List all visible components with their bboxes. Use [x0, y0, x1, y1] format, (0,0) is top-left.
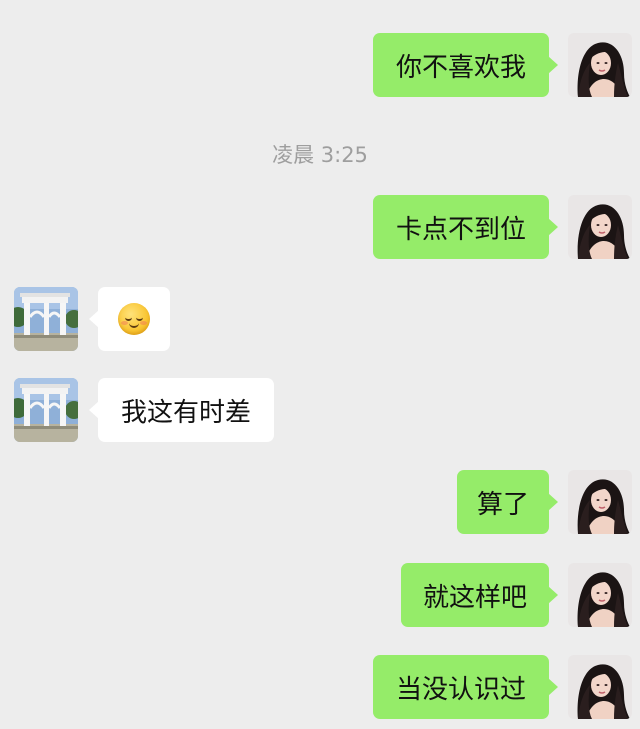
girl-portrait-avatar-icon [568, 470, 632, 534]
message-bubble-sent[interactable]: 就这样吧 [401, 563, 558, 627]
chat-timestamp: 凌晨 3:25 [272, 143, 368, 167]
sender-avatar[interactable] [568, 563, 632, 627]
message-bubble-sent[interactable]: 当没认识过 [373, 655, 558, 719]
message-bubble-received-emoji[interactable] [89, 287, 170, 351]
receiver-avatar[interactable] [14, 287, 78, 351]
girl-portrait-avatar-icon [568, 655, 632, 719]
girl-portrait-avatar-icon [568, 195, 632, 259]
white-archway-photo-avatar-icon [14, 378, 78, 442]
message-bubble-sent[interactable]: 你不喜欢我 [373, 33, 558, 97]
message-bubble-sent[interactable]: 卡点不到位 [373, 195, 558, 259]
message-bubble-sent[interactable]: 算了 [457, 470, 558, 534]
message-bubble-received[interactable]: 我这有时差 [89, 378, 274, 442]
white-archway-photo-avatar-icon [14, 287, 78, 351]
girl-portrait-avatar-icon [568, 33, 632, 97]
sender-avatar[interactable] [568, 470, 632, 534]
sender-avatar[interactable] [568, 195, 632, 259]
receiver-avatar[interactable] [14, 378, 78, 442]
girl-portrait-avatar-icon [568, 563, 632, 627]
sender-avatar[interactable] [568, 655, 632, 719]
sender-avatar[interactable] [568, 33, 632, 97]
smiling-face-emoji-icon [118, 303, 150, 335]
